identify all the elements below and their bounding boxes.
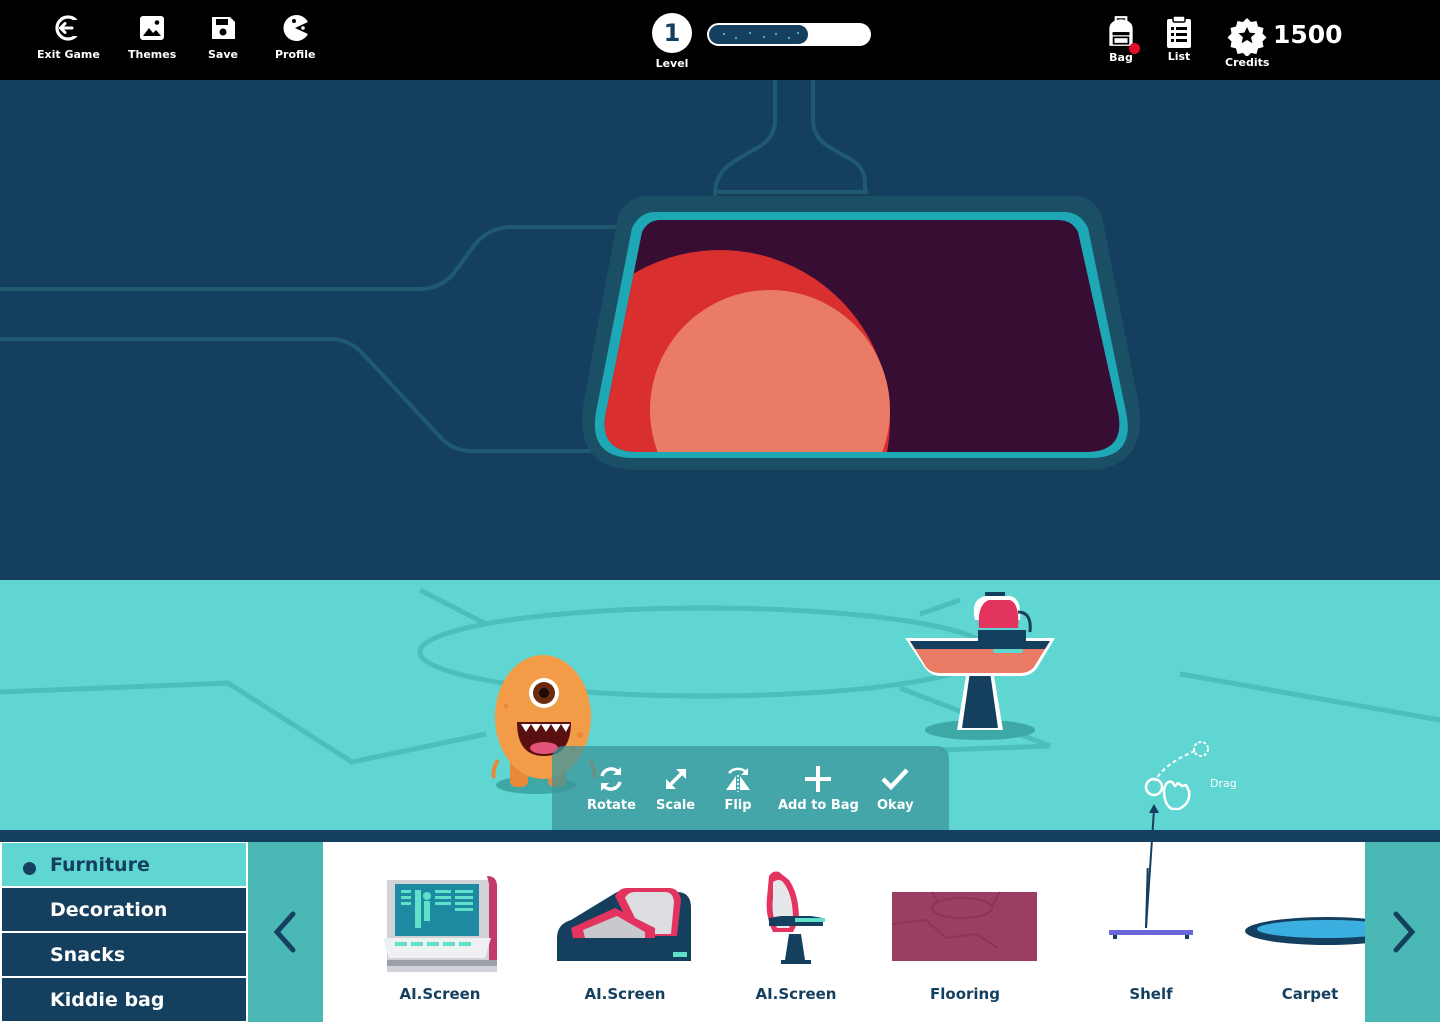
bag-button[interactable]: Bag xyxy=(1106,13,1136,64)
chevron-right-icon xyxy=(1393,911,1415,953)
themes-label: Themes xyxy=(128,48,177,61)
item-shelf[interactable]: Shelf xyxy=(1091,842,1211,1022)
credits-button[interactable]: Credits xyxy=(1225,18,1269,69)
drag-gesture-icon xyxy=(1144,741,1209,811)
image-icon xyxy=(140,16,165,40)
rotate-label: Rotate xyxy=(587,798,636,813)
item-ai-screen-console[interactable]: AI.Screen xyxy=(375,842,505,1022)
shelf-icon xyxy=(1109,868,1193,939)
flip-label: Flip xyxy=(724,798,752,813)
item-flooring[interactable]: Flooring xyxy=(890,842,1040,1022)
drag-hint-label: Drag xyxy=(1210,777,1237,790)
scene-artwork xyxy=(0,80,1440,830)
item-carousel: AI.Screen AI.Screen AI.Screen Flooring S… xyxy=(323,842,1365,1022)
checkmark-icon xyxy=(881,768,909,791)
flip-icon xyxy=(726,767,750,792)
add-to-bag-button[interactable]: Add to Bag xyxy=(778,764,859,813)
category-label: Snacks xyxy=(50,943,126,966)
category-label: Kiddie bag xyxy=(50,988,165,1011)
bag-label: Bag xyxy=(1109,51,1133,64)
star-badge-icon xyxy=(1227,18,1267,56)
item-ai-screen-chair[interactable]: AI.Screen xyxy=(751,842,841,1022)
object-edit-toolbar: Rotate Scale Flip Add to Bag Okay xyxy=(552,746,949,830)
exit-game-button[interactable]: Exit Game xyxy=(37,14,100,61)
profile-label: Profile xyxy=(275,48,316,61)
add-to-bag-label: Add to Bag xyxy=(778,798,859,813)
item-label: AI.Screen xyxy=(399,985,481,1003)
themes-button[interactable]: Themes xyxy=(128,14,176,61)
next-items-button[interactable] xyxy=(1365,842,1440,1022)
exit-game-label: Exit Game xyxy=(37,48,100,61)
category-list: Furniture Decoration Snacks Kiddie bag xyxy=(0,842,248,1022)
level-progress-fill xyxy=(709,25,808,44)
list-button[interactable]: List xyxy=(1165,14,1193,63)
credits-label: Credits xyxy=(1225,56,1270,69)
item-carpet[interactable]: Carpet xyxy=(1245,842,1365,1022)
drag-hint xyxy=(1140,738,1250,811)
credits-value: 1500 xyxy=(1273,20,1343,49)
rotate-button[interactable]: Rotate xyxy=(587,764,636,813)
category-furniture[interactable]: Furniture xyxy=(2,843,246,886)
rotate-icon xyxy=(600,767,623,791)
list-label: List xyxy=(1167,50,1191,63)
profile-button[interactable]: Profile xyxy=(275,14,315,61)
previous-items-button[interactable] xyxy=(248,842,323,1022)
category-label: Decoration xyxy=(50,898,168,921)
item-label: Flooring xyxy=(930,985,1000,1003)
floppy-disk-icon xyxy=(211,17,235,39)
top-bar: Exit Game Themes Save Profile 1 Level Ba… xyxy=(0,0,1440,80)
level-label: Level xyxy=(655,57,689,70)
item-label: AI.Screen xyxy=(584,985,666,1003)
ai-screen-couch-icon xyxy=(557,888,691,961)
panel-divider xyxy=(0,830,1440,842)
expand-arrows-icon xyxy=(665,769,686,789)
save-label: Save xyxy=(208,48,238,61)
scale-label: Scale xyxy=(656,798,696,813)
category-kiddie-bag[interactable]: Kiddie bag xyxy=(2,978,246,1021)
item-label: AI.Screen xyxy=(755,985,837,1003)
item-label: Carpet xyxy=(1281,985,1339,1003)
game-scene[interactable] xyxy=(0,80,1440,830)
clipboard-list-icon xyxy=(1167,15,1191,48)
flooring-icon xyxy=(891,891,1037,961)
scale-button[interactable]: Scale xyxy=(656,764,695,813)
ai-screen-console-icon xyxy=(383,876,497,972)
carpet-icon xyxy=(1245,917,1365,945)
level-progress-bar xyxy=(707,23,871,46)
item-label: Shelf xyxy=(1129,985,1173,1003)
category-label: Furniture xyxy=(50,853,150,876)
item-ai-screen-couch[interactable]: AI.Screen xyxy=(555,842,695,1022)
flip-button[interactable]: Flip xyxy=(723,764,753,813)
save-button[interactable]: Save xyxy=(208,14,238,61)
category-snacks[interactable]: Snacks xyxy=(2,933,246,976)
ai-screen-chair-icon xyxy=(766,871,825,964)
level-badge: 1 xyxy=(652,13,692,53)
okay-label: Okay xyxy=(877,798,914,813)
exit-icon xyxy=(55,15,82,41)
okay-button[interactable]: Okay xyxy=(877,764,914,813)
bag-notification-dot xyxy=(1129,43,1140,54)
active-category-bullet xyxy=(23,862,36,875)
category-decoration[interactable]: Decoration xyxy=(2,888,246,931)
pacman-icon xyxy=(283,15,309,42)
chevron-left-icon xyxy=(273,911,295,953)
plus-icon xyxy=(805,766,832,792)
